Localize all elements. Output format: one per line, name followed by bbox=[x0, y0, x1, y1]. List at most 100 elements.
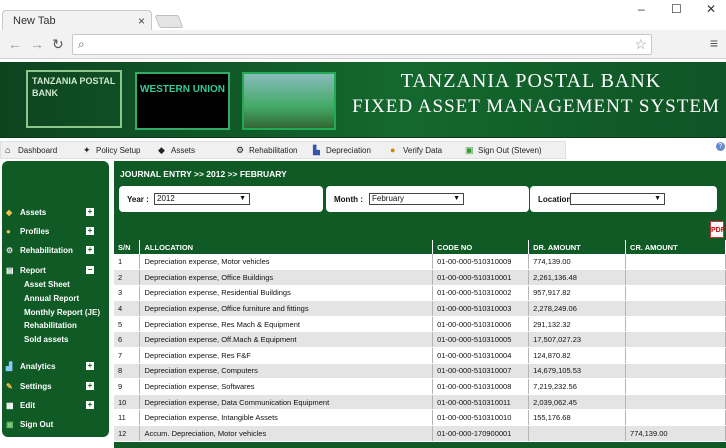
table-cell: 17,507,027.23 bbox=[528, 331, 627, 349]
table-cell: 01-00-000-510310001 bbox=[432, 269, 530, 286]
table-cell bbox=[625, 409, 726, 427]
expand-profiles-icon[interactable]: + bbox=[86, 227, 94, 235]
table-body: 1 Depreciation expense, Motor vehicles 01-… bbox=[114, 254, 726, 442]
sidebar-item-assets[interactable]: ◆ Assets bbox=[6, 208, 46, 217]
table-row: 11 Depreciation expense, Intangible Asset… bbox=[114, 409, 726, 427]
sidebar-item-settings[interactable]: ✎ Settings bbox=[6, 382, 52, 391]
table-cell bbox=[625, 347, 726, 364]
menu-dashboard[interactable]: ⌂ Dashboard bbox=[5, 145, 57, 155]
chart-icon: ▙ bbox=[313, 145, 320, 155]
gear-icon: ⚙ bbox=[236, 145, 245, 155]
reload-icon[interactable]: ↻ bbox=[52, 36, 64, 53]
policy-icon: ✦ bbox=[83, 145, 91, 155]
menu-verify-data[interactable]: ● Verify Data bbox=[390, 145, 442, 155]
table-row: 8 Depreciation expense, Computers 01-00-00… bbox=[114, 363, 726, 380]
key-icon: ✎ bbox=[6, 382, 13, 391]
signout-icon: ▣ bbox=[465, 145, 474, 155]
table-cell bbox=[625, 285, 726, 302]
assets-icon: ◆ bbox=[6, 208, 13, 217]
table-cell: 124,870.82 bbox=[528, 347, 627, 364]
signout-icon: ▣ bbox=[6, 420, 14, 429]
western-union-logo: WESTERN UNION bbox=[135, 72, 230, 130]
table-cell: 7,219,232.56 bbox=[528, 378, 627, 395]
table-cell: 01-00-000-510310006 bbox=[432, 316, 530, 333]
expand-edit-icon[interactable]: + bbox=[86, 401, 94, 409]
menu-policy-setup[interactable]: ✦ Policy Setup bbox=[83, 145, 140, 156]
help-icon[interactable]: ? bbox=[716, 142, 725, 151]
table-cell: 2 bbox=[114, 269, 141, 286]
table-cell: Depreciation expense, Motor vehicles bbox=[139, 254, 434, 271]
close-window-button[interactable]: ✕ bbox=[706, 2, 716, 16]
breadcrumb: JOURNAL ENTRY >> 2012 >> FEBRUARY bbox=[120, 169, 287, 179]
menu-sign-out[interactable]: ▣ Sign Out (Steven) bbox=[465, 145, 542, 156]
table-cell: 6 bbox=[114, 331, 141, 349]
top-menu: ⌂ Dashboard ✦ Policy Setup ◆ Assets ⚙ Rehabi… bbox=[0, 141, 566, 159]
sidebar-item-report[interactable]: ▤ Report bbox=[6, 266, 46, 275]
building-photo bbox=[242, 72, 336, 130]
sidebar-item-signout[interactable]: ▣ Sign Out bbox=[6, 420, 53, 429]
table-cell: 01-00-000-510310009 bbox=[432, 254, 530, 271]
table-cell: 01-00-000-510310010 bbox=[432, 409, 530, 427]
sidebar-subitem-monthly-report[interactable]: Monthly Report (JE) bbox=[24, 308, 100, 317]
sidebar-item-rehabilitation[interactable]: ⚙ Rehabilitation bbox=[6, 246, 73, 255]
table-cell bbox=[528, 425, 627, 442]
table-cell: 5 bbox=[114, 316, 141, 333]
sidebar-item-edit[interactable]: ▦ Edit bbox=[6, 401, 35, 410]
browser-menu-icon[interactable]: ≡ bbox=[710, 35, 718, 51]
maximize-button[interactable]: ☐ bbox=[671, 2, 682, 16]
location-select[interactable]: ▼ bbox=[570, 193, 665, 205]
table-row: 10 Depreciation expense, Data Communicati… bbox=[114, 394, 726, 411]
sidebar-item-profiles[interactable]: ● Profiles bbox=[6, 227, 49, 236]
address-bar[interactable]: ⌕ ☆ bbox=[72, 34, 652, 55]
table-cell: 155,176.68 bbox=[528, 409, 627, 427]
menu-assets[interactable]: ◆ Assets bbox=[158, 145, 195, 156]
table-cell: 11 bbox=[114, 409, 141, 427]
month-select[interactable]: February ▼ bbox=[369, 193, 464, 205]
system-title: FIXED ASSET MANAGEMENT SYSTEM bbox=[352, 96, 720, 117]
table-cell: Depreciation expense, Res Mach & Equipme… bbox=[139, 316, 434, 333]
minimize-button[interactable]: – bbox=[638, 2, 645, 16]
sidebar-subitem-asset-sheet[interactable]: Asset Sheet bbox=[24, 280, 70, 289]
edit-icon: ▦ bbox=[6, 401, 14, 410]
table-cell: 774,139.00 bbox=[528, 254, 627, 271]
browser-tab[interactable]: New Tab × bbox=[2, 10, 152, 31]
bank-title: TANZANIA POSTAL BANK bbox=[400, 70, 662, 92]
journal-table: S/N ALLOCATION CODE NO DR. AMOUNT CR. AMOUNT… bbox=[114, 240, 726, 442]
table-cell: 01-00-000-510310008 bbox=[432, 378, 530, 395]
table-row: 7 Depreciation expense, Res F&F 01-00-000-… bbox=[114, 347, 726, 364]
bookmark-star-icon[interactable]: ☆ bbox=[634, 36, 647, 53]
sidebar-subitem-rehabilitation[interactable]: Rehabilitation bbox=[24, 321, 77, 330]
back-icon[interactable]: ← bbox=[8, 36, 22, 52]
table-cell: 9 bbox=[114, 378, 141, 395]
chevron-down-icon: ▼ bbox=[654, 195, 661, 202]
year-select[interactable]: 2012 ▼ bbox=[154, 193, 250, 205]
tab-close-icon[interactable]: × bbox=[138, 14, 145, 28]
table-header: S/N ALLOCATION CODE NO DR. AMOUNT CR. AMOUNT bbox=[114, 240, 726, 254]
sidebar-item-analytics[interactable]: ▟ Analytics bbox=[6, 362, 56, 371]
table-cell: 01-00-000-510310004 bbox=[432, 347, 530, 364]
forward-icon[interactable]: → bbox=[30, 36, 44, 52]
table-cell: 14,679,105.53 bbox=[528, 363, 627, 380]
column-header: ALLOCATION bbox=[139, 240, 434, 254]
menu-depreciation[interactable]: ▙ Depreciation bbox=[313, 145, 371, 156]
expand-settings-icon[interactable]: + bbox=[86, 382, 94, 390]
table-cell: 2,039,062.45 bbox=[528, 394, 627, 411]
expand-analytics-icon[interactable]: + bbox=[86, 362, 94, 370]
sidebar-subitem-annual-report[interactable]: Annual Report bbox=[24, 294, 79, 303]
new-tab-button[interactable] bbox=[154, 15, 184, 28]
expand-rehabilitation-icon[interactable]: + bbox=[86, 246, 94, 254]
menu-rehabilitation[interactable]: ⚙ Rehabilitation bbox=[236, 145, 297, 156]
year-filter: Year : 2012 ▼ bbox=[119, 186, 323, 212]
sidebar-subitem-sold-assets[interactable]: Sold assets bbox=[24, 335, 68, 344]
table-cell: 01-00-000-510310002 bbox=[432, 285, 530, 302]
table-cell: 01-00-000-510310005 bbox=[432, 331, 530, 349]
table-cell bbox=[625, 331, 726, 349]
pdf-export-icon[interactable]: PDF bbox=[710, 221, 725, 238]
table-cell: 10 bbox=[114, 394, 141, 411]
table-cell: Depreciation expense, Office Buildings bbox=[139, 269, 434, 286]
expand-assets-icon[interactable]: + bbox=[86, 208, 94, 216]
table-cell: Depreciation expense, Office furniture a… bbox=[139, 300, 434, 317]
assets-icon: ◆ bbox=[158, 145, 165, 155]
table-row: 9 Depreciation expense, Softwares 01-00-00… bbox=[114, 378, 726, 395]
collapse-report-icon[interactable]: − bbox=[86, 266, 94, 274]
